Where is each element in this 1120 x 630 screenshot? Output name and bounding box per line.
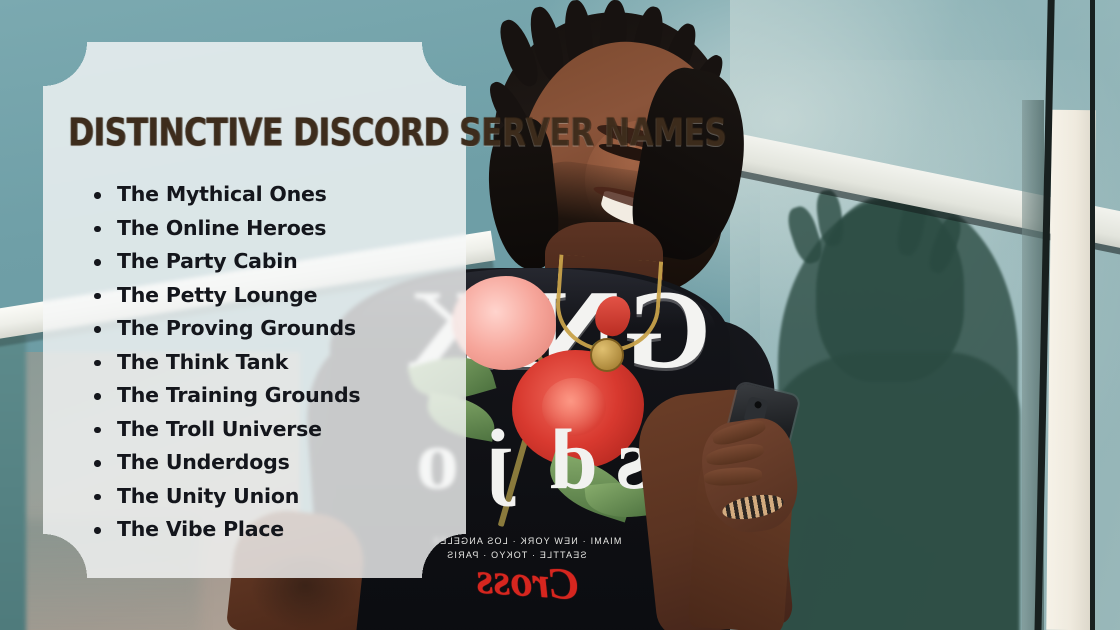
list-item: The Think Tank bbox=[90, 346, 360, 380]
list-item: The Unity Union bbox=[90, 480, 360, 514]
server-names-list: The Mythical Ones The Online Heroes The … bbox=[90, 178, 361, 547]
shirt-letter-lower-2: j bbox=[486, 411, 515, 507]
shirt-script-text: Cross bbox=[474, 553, 581, 610]
chain-pendant bbox=[590, 338, 624, 372]
page-title: DISTINCTIVE DISCORD SERVER NAMES bbox=[68, 110, 727, 156]
list-item: The Mythical Ones bbox=[90, 178, 360, 212]
list-item: The Online Heroes bbox=[90, 212, 360, 246]
list-item: The Proving Grounds bbox=[90, 312, 360, 346]
list-item: The Underdogs bbox=[90, 446, 360, 480]
list-item: The Troll Universe bbox=[90, 413, 360, 447]
poster-canvas: K I N G o j d s MIAMI · NEW YORK · LOS A… bbox=[0, 0, 1120, 630]
list-item: The Petty Lounge bbox=[90, 279, 360, 313]
panel-content: DISTINCTIVE DISCORD SERVER NAMES The Myt… bbox=[43, 42, 727, 578]
list-item: The Vibe Place bbox=[90, 513, 360, 547]
list-item: The Party Cabin bbox=[90, 245, 360, 279]
list-item: The Training Grounds bbox=[90, 379, 361, 413]
shirt-letter-lower-3: d bbox=[550, 411, 598, 507]
pink-rose bbox=[452, 276, 556, 370]
